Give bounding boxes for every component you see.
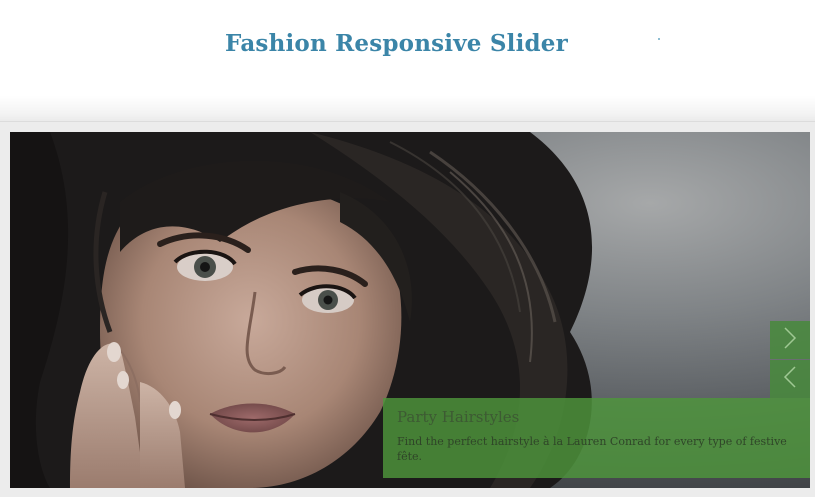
caption-text: Find the perfect hairstyle à la Lauren C…	[397, 435, 787, 463]
previous-slide-button[interactable]	[770, 360, 810, 398]
slide-caption: Party Hairstyles Find the perfect hairst…	[383, 398, 810, 478]
page: Fashion Responsive Slider Party Hairstyl…	[0, 0, 815, 497]
chevron-left-icon	[782, 365, 798, 394]
slider-shadow	[0, 95, 815, 123]
caption-title: Party Hairstyles	[397, 408, 520, 426]
page-title: Fashion Responsive Slider	[225, 30, 568, 57]
chevron-right-icon	[782, 326, 798, 355]
next-slide-button[interactable]	[770, 321, 810, 359]
decorative-dot	[658, 38, 660, 40]
